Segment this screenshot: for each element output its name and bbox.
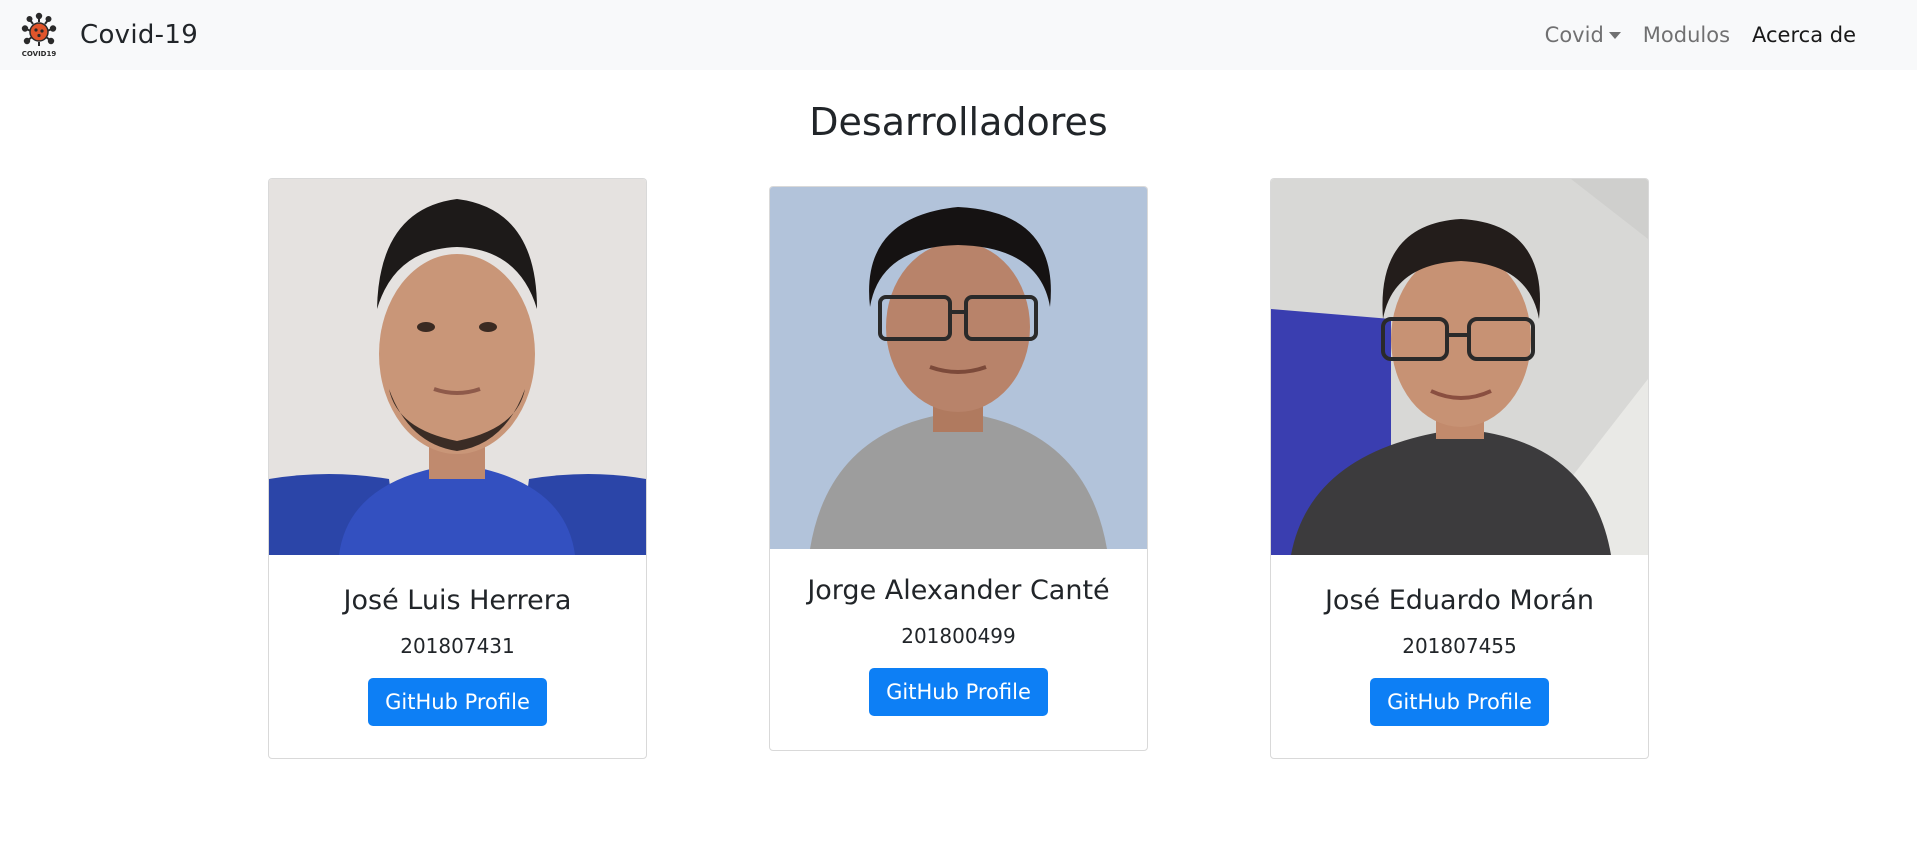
developer-id: 201807455 [1402,634,1517,658]
developer-card: José Eduardo Morán 201807455 GitHub Prof… [1270,178,1649,759]
developer-name: Jorge Alexander Canté [807,575,1110,606]
github-profile-button[interactable]: GitHub Profile [1370,678,1549,726]
developer-id: 201807431 [400,634,515,658]
caret-down-icon [1608,31,1621,39]
developer-photo [1271,179,1648,555]
brand-title: Covid-19 [80,20,199,50]
card-body: José Eduardo Morán 201807455 GitHub Prof… [1271,585,1648,726]
card-body: Jorge Alexander Canté 201800499 GitHub P… [770,575,1147,716]
github-profile-button[interactable]: GitHub Profile [368,678,547,726]
nav-link-modulos[interactable]: Modulos [1632,23,1741,47]
card-body: José Luis Herrera 201807431 GitHub Profi… [269,585,646,726]
nav-links: Covid Modulos Acerca de [1534,0,1867,70]
developer-photo [770,187,1147,549]
developer-photo [269,179,646,555]
nav-link-label: Acerca de [1752,23,1856,47]
developer-name: José Luis Herrera [343,585,572,616]
developer-card: Jorge Alexander Canté 201800499 GitHub P… [769,186,1148,751]
nav-link-acerca-de[interactable]: Acerca de [1741,23,1867,47]
github-profile-button[interactable]: GitHub Profile [869,668,1048,716]
page-title: Desarrolladores [809,100,1108,144]
developer-card: José Luis Herrera 201807431 GitHub Profi… [268,178,647,759]
covid-logo-icon: COVID19 [22,12,57,58]
brand-link[interactable]: COVID19 Covid-19 [16,12,198,58]
navbar: COVID19 Covid-19 Covid Modulos Acerca de [0,0,1917,70]
developer-name: José Eduardo Morán [1324,585,1595,616]
nav-link-label: Covid [1544,23,1604,47]
nav-dropdown-covid[interactable]: Covid [1534,23,1632,47]
nav-link-label: Modulos [1642,23,1731,47]
developer-id: 201800499 [901,624,1016,648]
logo-text: COVID19 [22,50,57,58]
